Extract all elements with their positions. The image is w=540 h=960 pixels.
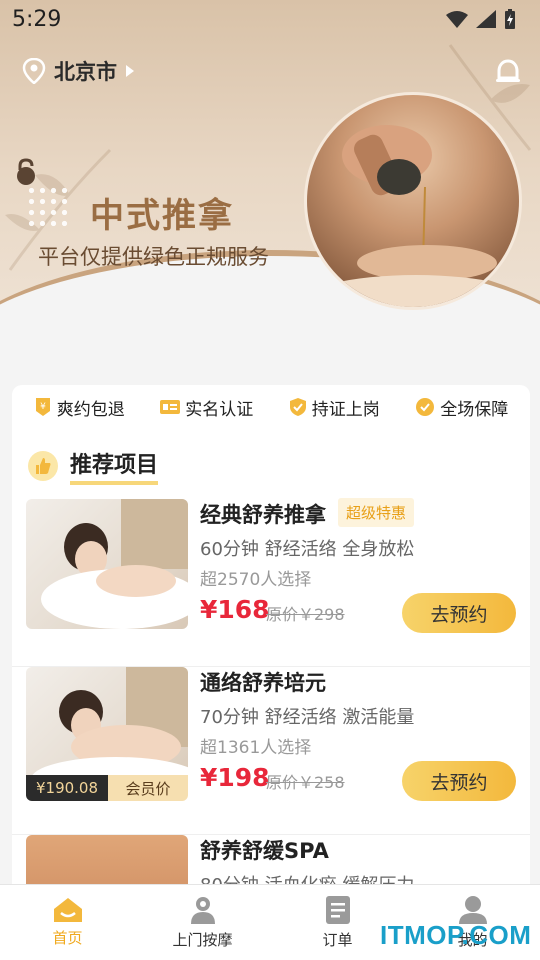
book-button[interactable]: 去预约 [402, 761, 516, 801]
service-name: 通络舒养培元 [200, 671, 326, 695]
service-item[interactable]: ¥190.08 会员价 通络舒养培元 70分钟 舒经活络 激活能量 超1361人… [12, 667, 530, 835]
original-price: 原价￥258 [266, 773, 345, 792]
service-description: 70分钟 舒经活络 激活能量 [200, 707, 415, 728]
tab-label: 首页 [52, 929, 83, 947]
service-description: 60分钟 舒经活络 全身放松 [200, 539, 415, 560]
service-item[interactable]: 舒养舒缓SPA 80分钟 活血化瘀 缓解压力 [12, 835, 530, 885]
id-card-icon [160, 400, 181, 414]
guarantee-icon [416, 398, 435, 416]
member-price: ¥190.08 [26, 775, 108, 801]
recommended-section: 推荐项目 经典舒养推拿 超级特惠 60分钟 舒经活络 全身放松 超2570人选择… [12, 429, 530, 885]
tab-label: 上门按摩 [172, 931, 233, 949]
thumbs-up-icon [28, 451, 58, 481]
service-name: 舒养舒缓SPA [200, 839, 329, 863]
tab-home-massage[interactable]: 上门按摩 [135, 885, 270, 960]
service-popularity: 超2570人选择 [200, 570, 312, 590]
service-price: ¥168 [200, 595, 270, 624]
location-selector[interactable]: 北京市 [22, 56, 135, 86]
feature-label: 全场保障 [440, 399, 509, 420]
watermark: ITMOP.COM [380, 920, 532, 950]
home-icon [53, 898, 82, 922]
feature-guarantee: 全场保障 [415, 395, 508, 420]
svg-text:¥: ¥ [40, 402, 46, 412]
tab-home[interactable]: 首页 [0, 885, 135, 960]
hero-banner[interactable]: 5:29 北京市 中式推拿 平台仅提供绿色正规服务 [0, 0, 540, 380]
shield-icon [289, 398, 306, 416]
feature-label: 持证上岗 [311, 399, 380, 420]
book-button[interactable]: 去预约 [402, 593, 516, 633]
section-header: 推荐项目 [28, 447, 159, 485]
feature-certified: 持证上岗 [289, 395, 380, 420]
chevron-right-icon [126, 65, 134, 77]
massage-oil-photo [304, 92, 522, 310]
service-popularity: 超1361人选择 [200, 738, 312, 758]
bell-icon [496, 59, 520, 82]
order-icon [325, 896, 350, 924]
feature-label: 实名认证 [185, 399, 254, 420]
original-price: 原价￥298 [266, 605, 345, 624]
lock-icon [17, 158, 35, 185]
service-image [26, 499, 188, 629]
battery-icon [505, 9, 515, 29]
member-price-tag: ¥190.08 会员价 [26, 775, 188, 801]
city-name: 北京市 [54, 60, 117, 84]
status-time: 5:29 [12, 6, 62, 32]
wifi-icon [446, 11, 468, 28]
service-price: ¥198 [200, 763, 270, 792]
service-item[interactable]: 经典舒养推拿 超级特惠 60分钟 舒经活络 全身放松 超2570人选择 ¥168… [12, 498, 530, 667]
notification-button[interactable] [494, 58, 522, 92]
member-label: 会员价 [108, 775, 188, 801]
feature-refund: ¥ 爽约包退 [34, 395, 125, 420]
banner-title: 中式推拿 [90, 196, 234, 236]
banner-subtitle: 平台仅提供绿色正规服务 [38, 245, 269, 269]
feature-label: 爽约包退 [56, 399, 125, 420]
promo-badge: 超级特惠 [338, 498, 415, 527]
therapist-icon [190, 897, 215, 924]
feature-realname: 实名认证 [160, 395, 253, 420]
status-bar: 5:29 [0, 0, 540, 38]
guarantee-strip: ¥ 爽约包退 实名认证 持证上岗 全场保障 [12, 385, 530, 429]
service-description: 80分钟 活血化瘀 缓解压力 [200, 871, 414, 885]
section-title: 推荐项目 [70, 447, 159, 485]
location-pin-icon [22, 58, 46, 84]
service-image [26, 835, 188, 885]
coin-refund-icon: ¥ [35, 398, 50, 416]
signal-icon [476, 10, 496, 28]
tab-label: 订单 [322, 931, 353, 949]
dot-pattern [26, 185, 70, 229]
service-name: 经典舒养推拿 [200, 503, 326, 527]
